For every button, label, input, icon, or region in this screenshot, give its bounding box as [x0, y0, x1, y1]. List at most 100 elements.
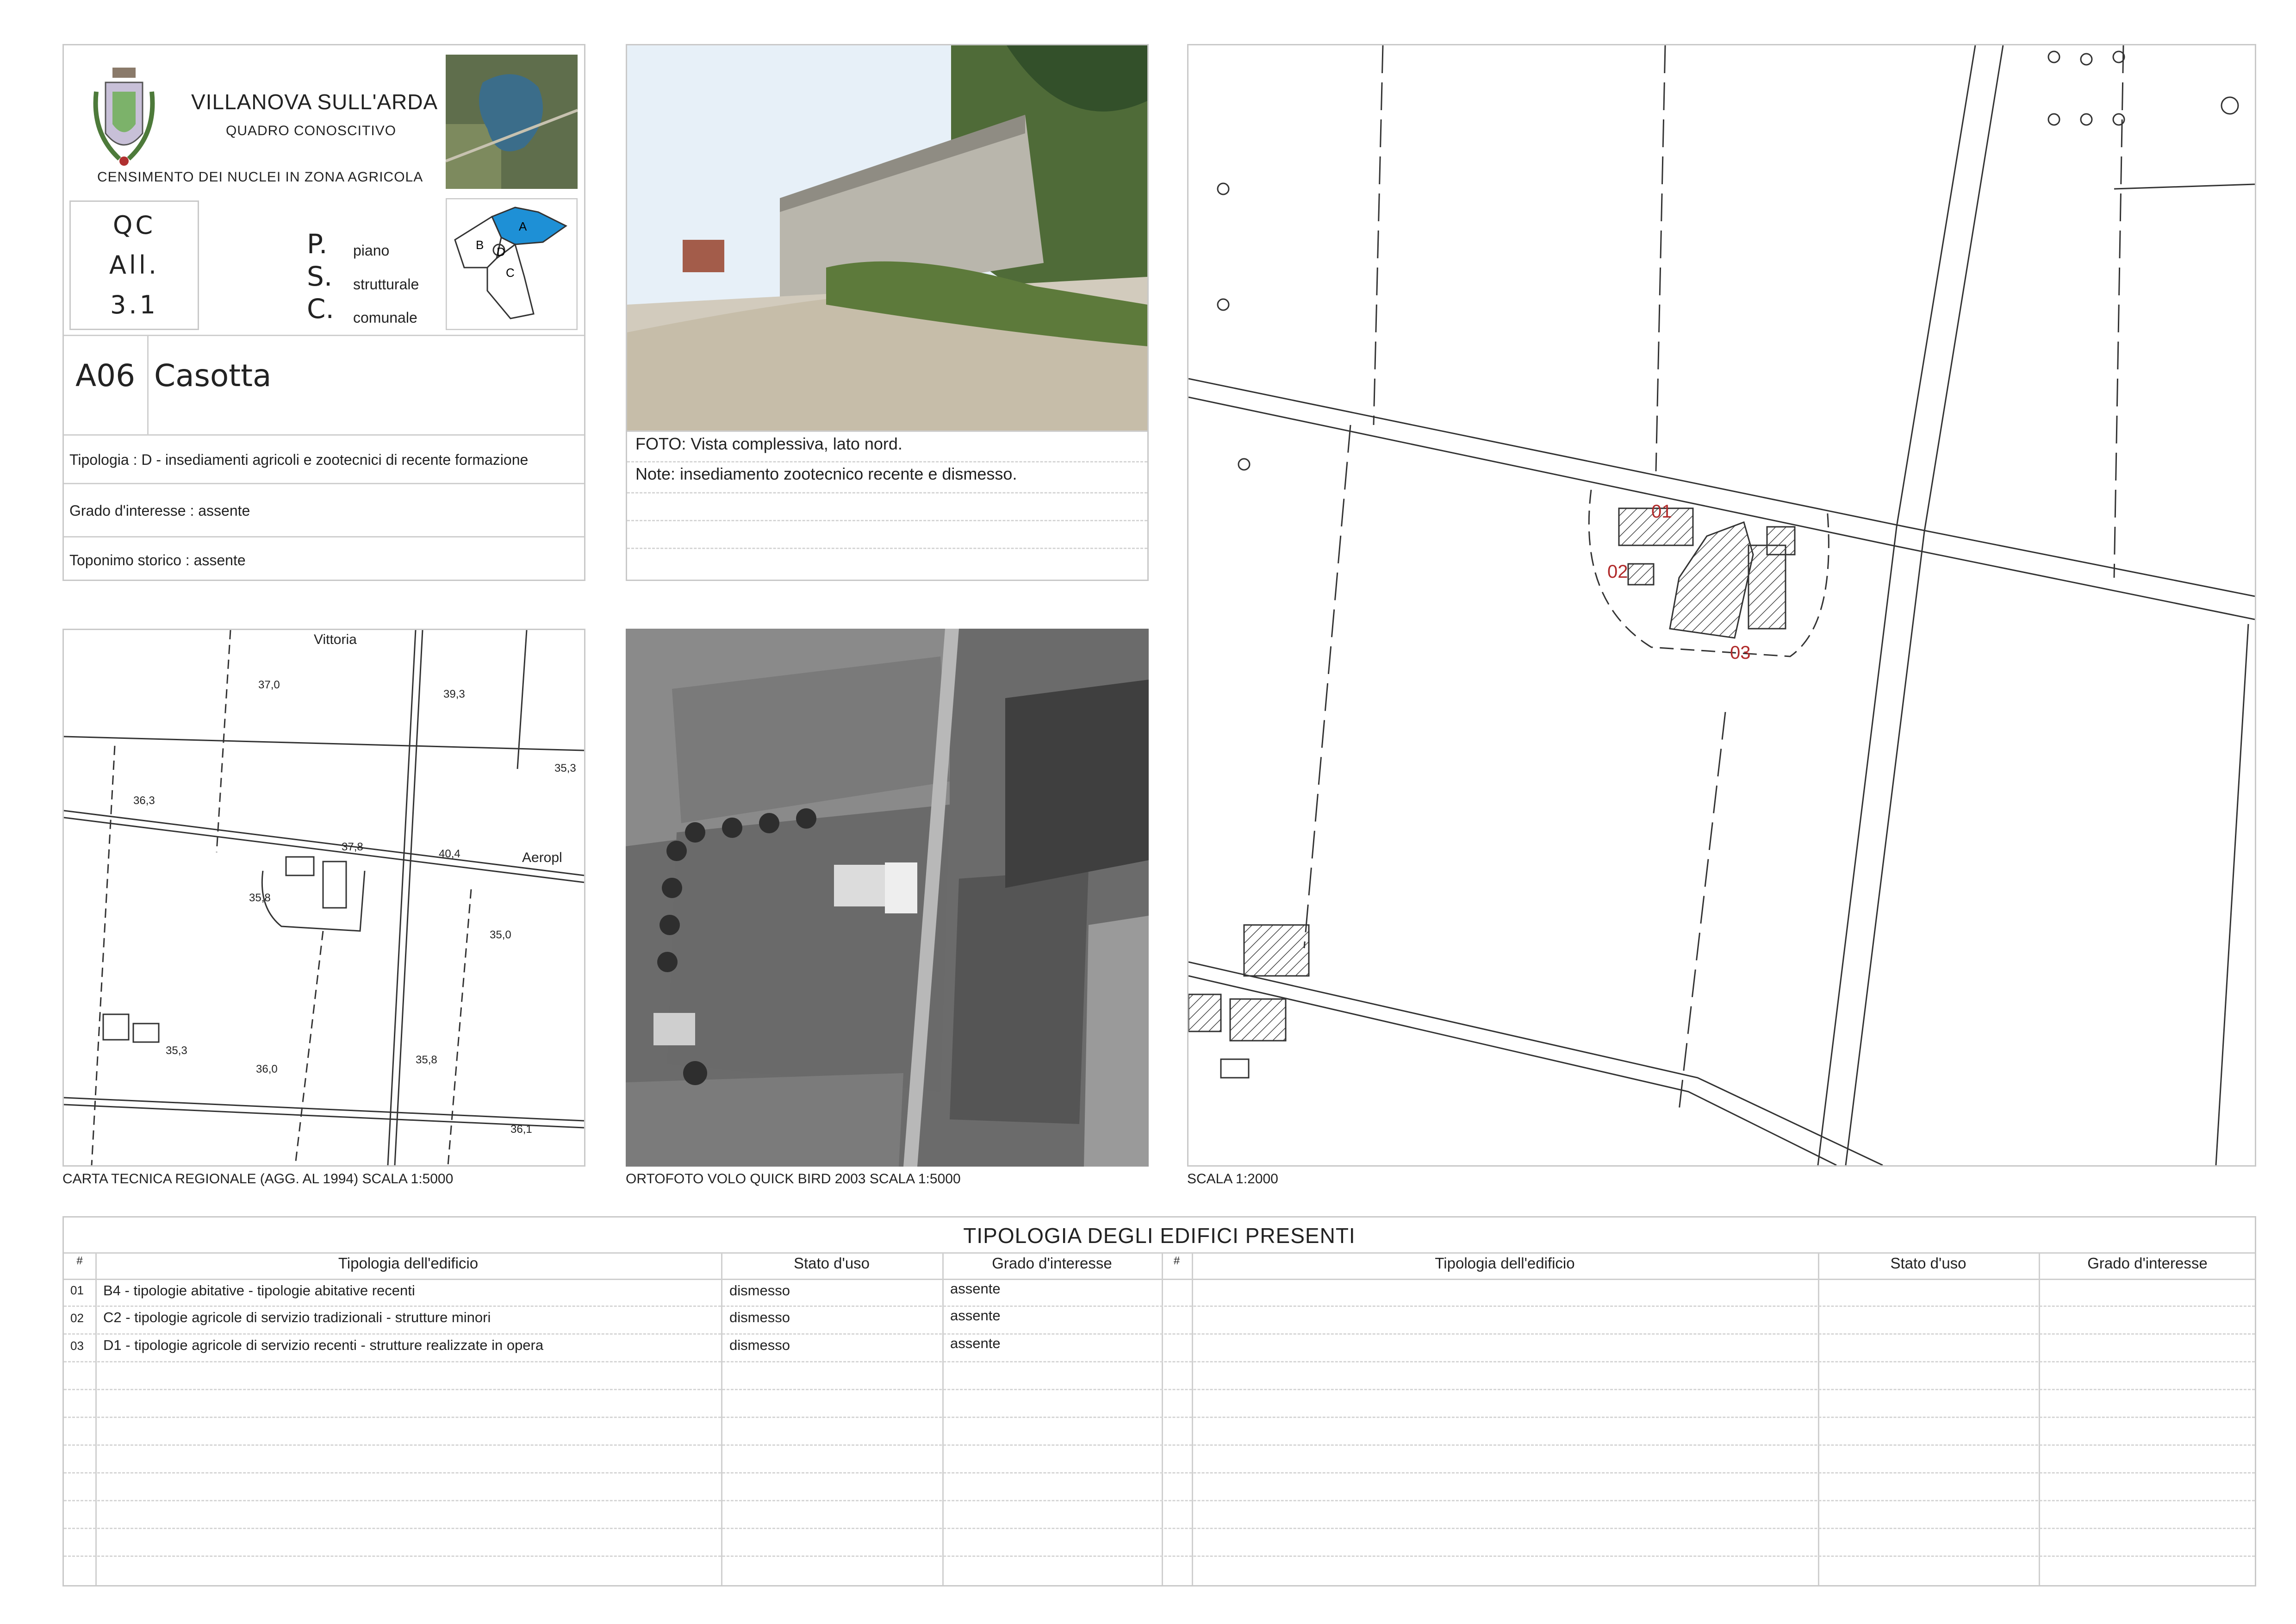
- row-tipologia: B4 - tipologie abitative - tipologie abi…: [103, 1282, 415, 1299]
- qc-line: All.: [109, 250, 160, 280]
- ctr-label: 35,8: [416, 1054, 437, 1066]
- ctr-label: 35,3: [166, 1044, 187, 1057]
- divider: [721, 1252, 722, 1585]
- building-label: 03: [1730, 643, 1751, 663]
- divider: [64, 1305, 2255, 1307]
- table-title: TIPOLOGIA DEGLI EDIFICI PRESENTI: [963, 1224, 1356, 1248]
- psc-word-piano: piano: [353, 242, 390, 259]
- divider: [64, 1333, 2255, 1335]
- divider: [64, 1252, 2255, 1254]
- census-title: CENSIMENTO DEI NUCLEI IN ZONA AGRICOLA: [97, 169, 423, 185]
- qc-attachment-box: QC All. 3.1: [69, 200, 199, 330]
- coat-of-arms-icon: [93, 68, 155, 166]
- ctr-label: 36,3: [133, 794, 155, 807]
- ctr-label: 36,0: [256, 1063, 278, 1075]
- photo-panel: FOTO: Vista complessiva, lato nord. Note…: [626, 44, 1149, 581]
- ctr-label: Vittoria: [314, 632, 357, 647]
- site-photo: [627, 45, 1147, 431]
- column-header: Tipologia dell'edificio: [338, 1255, 479, 1272]
- municipality-name: VILLANOVA SULL'ARDA: [191, 90, 438, 114]
- divider: [64, 1444, 2255, 1446]
- identification-panel: VILLANOVA SULL'ARDA QUADRO CONOSCITIVO C…: [62, 44, 585, 581]
- divider: [64, 483, 584, 484]
- column-header: Tipologia dell'edificio: [1435, 1255, 1575, 1272]
- building-label: 01: [1651, 501, 1672, 522]
- divider: [64, 1472, 2255, 1474]
- qc-line: 3.1: [110, 290, 158, 319]
- building-types-table: TIPOLOGIA DEGLI EDIFICI PRESENTI # Tipol…: [62, 1216, 2256, 1587]
- ortho-caption: ORTOFOTO VOLO QUICK BIRD 2003 SCALA 1:50…: [626, 1171, 961, 1187]
- building-label: 02: [1607, 562, 1628, 582]
- column-header: Grado d'interesse: [992, 1255, 1112, 1272]
- row-tipologia: C2 - tipologie agricole di servizio trad…: [103, 1309, 491, 1325]
- aerial-thumbnail: [446, 55, 578, 189]
- divider: [64, 1500, 2255, 1501]
- divider: [64, 335, 584, 336]
- row-stato: dismesso: [729, 1337, 790, 1353]
- grado-field: Grado d'interesse : assente: [69, 502, 250, 519]
- tipologia-field: Tipologia : D - insediamenti agricoli e …: [69, 451, 529, 468]
- row-grado: assente: [950, 1280, 1001, 1297]
- psc-letter-s: S.: [307, 261, 333, 292]
- psc-letter-c: C.: [307, 293, 334, 325]
- zone-label: C: [506, 266, 515, 280]
- ctr-label: 35,3: [554, 762, 576, 775]
- divider: [64, 536, 584, 537]
- regional-technical-map: Vittoria 37,0 39,3 35,3 36,3 37,8 40,4 A…: [62, 629, 585, 1167]
- ctr-label: 36,1: [510, 1123, 532, 1136]
- toponimo-field: Toponimo storico : assente: [69, 552, 246, 568]
- ctr-label: Aeropl: [522, 850, 562, 865]
- column-header: Stato d'uso: [1890, 1255, 1966, 1272]
- divider: [64, 1361, 2255, 1362]
- row-stato: dismesso: [729, 1282, 790, 1299]
- row-number: 02: [70, 1311, 84, 1325]
- ctr-caption: CARTA TECNICA REGIONALE (AGG. AL 1994) S…: [62, 1171, 454, 1187]
- site-plan-drawing: [1188, 45, 2255, 1165]
- ctr-label: 39,3: [443, 688, 465, 700]
- row-number: 03: [70, 1339, 84, 1353]
- row-grado: assente: [950, 1335, 1001, 1351]
- ctr-label: 37,0: [258, 679, 280, 691]
- divider: [1162, 1252, 1163, 1585]
- ctr-label: 35,8: [249, 892, 271, 904]
- ctr-map-drawing: [64, 630, 584, 1165]
- divider: [1192, 1252, 1193, 1585]
- divider: [64, 1417, 2255, 1418]
- divider: [1818, 1252, 1819, 1585]
- column-header: Grado d'interesse: [2087, 1255, 2208, 1272]
- divider: [64, 1389, 2255, 1390]
- photo-note: Note: insediamento zootecnico recente e …: [635, 464, 1017, 483]
- divider: [2039, 1252, 2040, 1585]
- zone-label: B: [476, 238, 484, 252]
- divider: [942, 1252, 944, 1585]
- divider: [627, 461, 1147, 462]
- subtitle: QUADRO CONOSCITIVO: [226, 123, 397, 138]
- column-header: #: [76, 1255, 83, 1267]
- divider: [64, 1279, 2255, 1280]
- divider: [64, 1528, 2255, 1529]
- orthophoto: [626, 629, 1149, 1167]
- photo-caption: FOTO: Vista complessiva, lato nord.: [635, 434, 902, 453]
- nucleus-name: Casotta: [154, 358, 272, 394]
- nucleus-code: A06: [75, 358, 136, 394]
- divider: [95, 1252, 97, 1585]
- divider: [627, 492, 1147, 493]
- row-number: 01: [70, 1283, 84, 1297]
- divider: [64, 434, 584, 436]
- row-stato: dismesso: [729, 1309, 790, 1325]
- qc-line: QC: [112, 211, 156, 240]
- row-tipologia: D1 - tipologie agricole di servizio rece…: [103, 1337, 544, 1353]
- column-header: #: [1173, 1255, 1180, 1267]
- psc-word-strutturale: strutturale: [353, 276, 419, 293]
- ctr-label: 35,0: [490, 929, 511, 941]
- zone-label: A: [519, 219, 527, 233]
- row-grado: assente: [950, 1307, 1001, 1324]
- column-header: Stato d'uso: [793, 1255, 870, 1272]
- divider: [147, 335, 149, 434]
- municipal-zone-map: A B D C: [446, 198, 578, 330]
- ctr-label: 40,4: [439, 848, 460, 860]
- plan-caption: SCALA 1:2000: [1187, 1171, 1278, 1187]
- psc-word-comunale: comunale: [353, 309, 417, 326]
- ctr-label: 37,8: [342, 841, 363, 853]
- divider: [627, 431, 1147, 432]
